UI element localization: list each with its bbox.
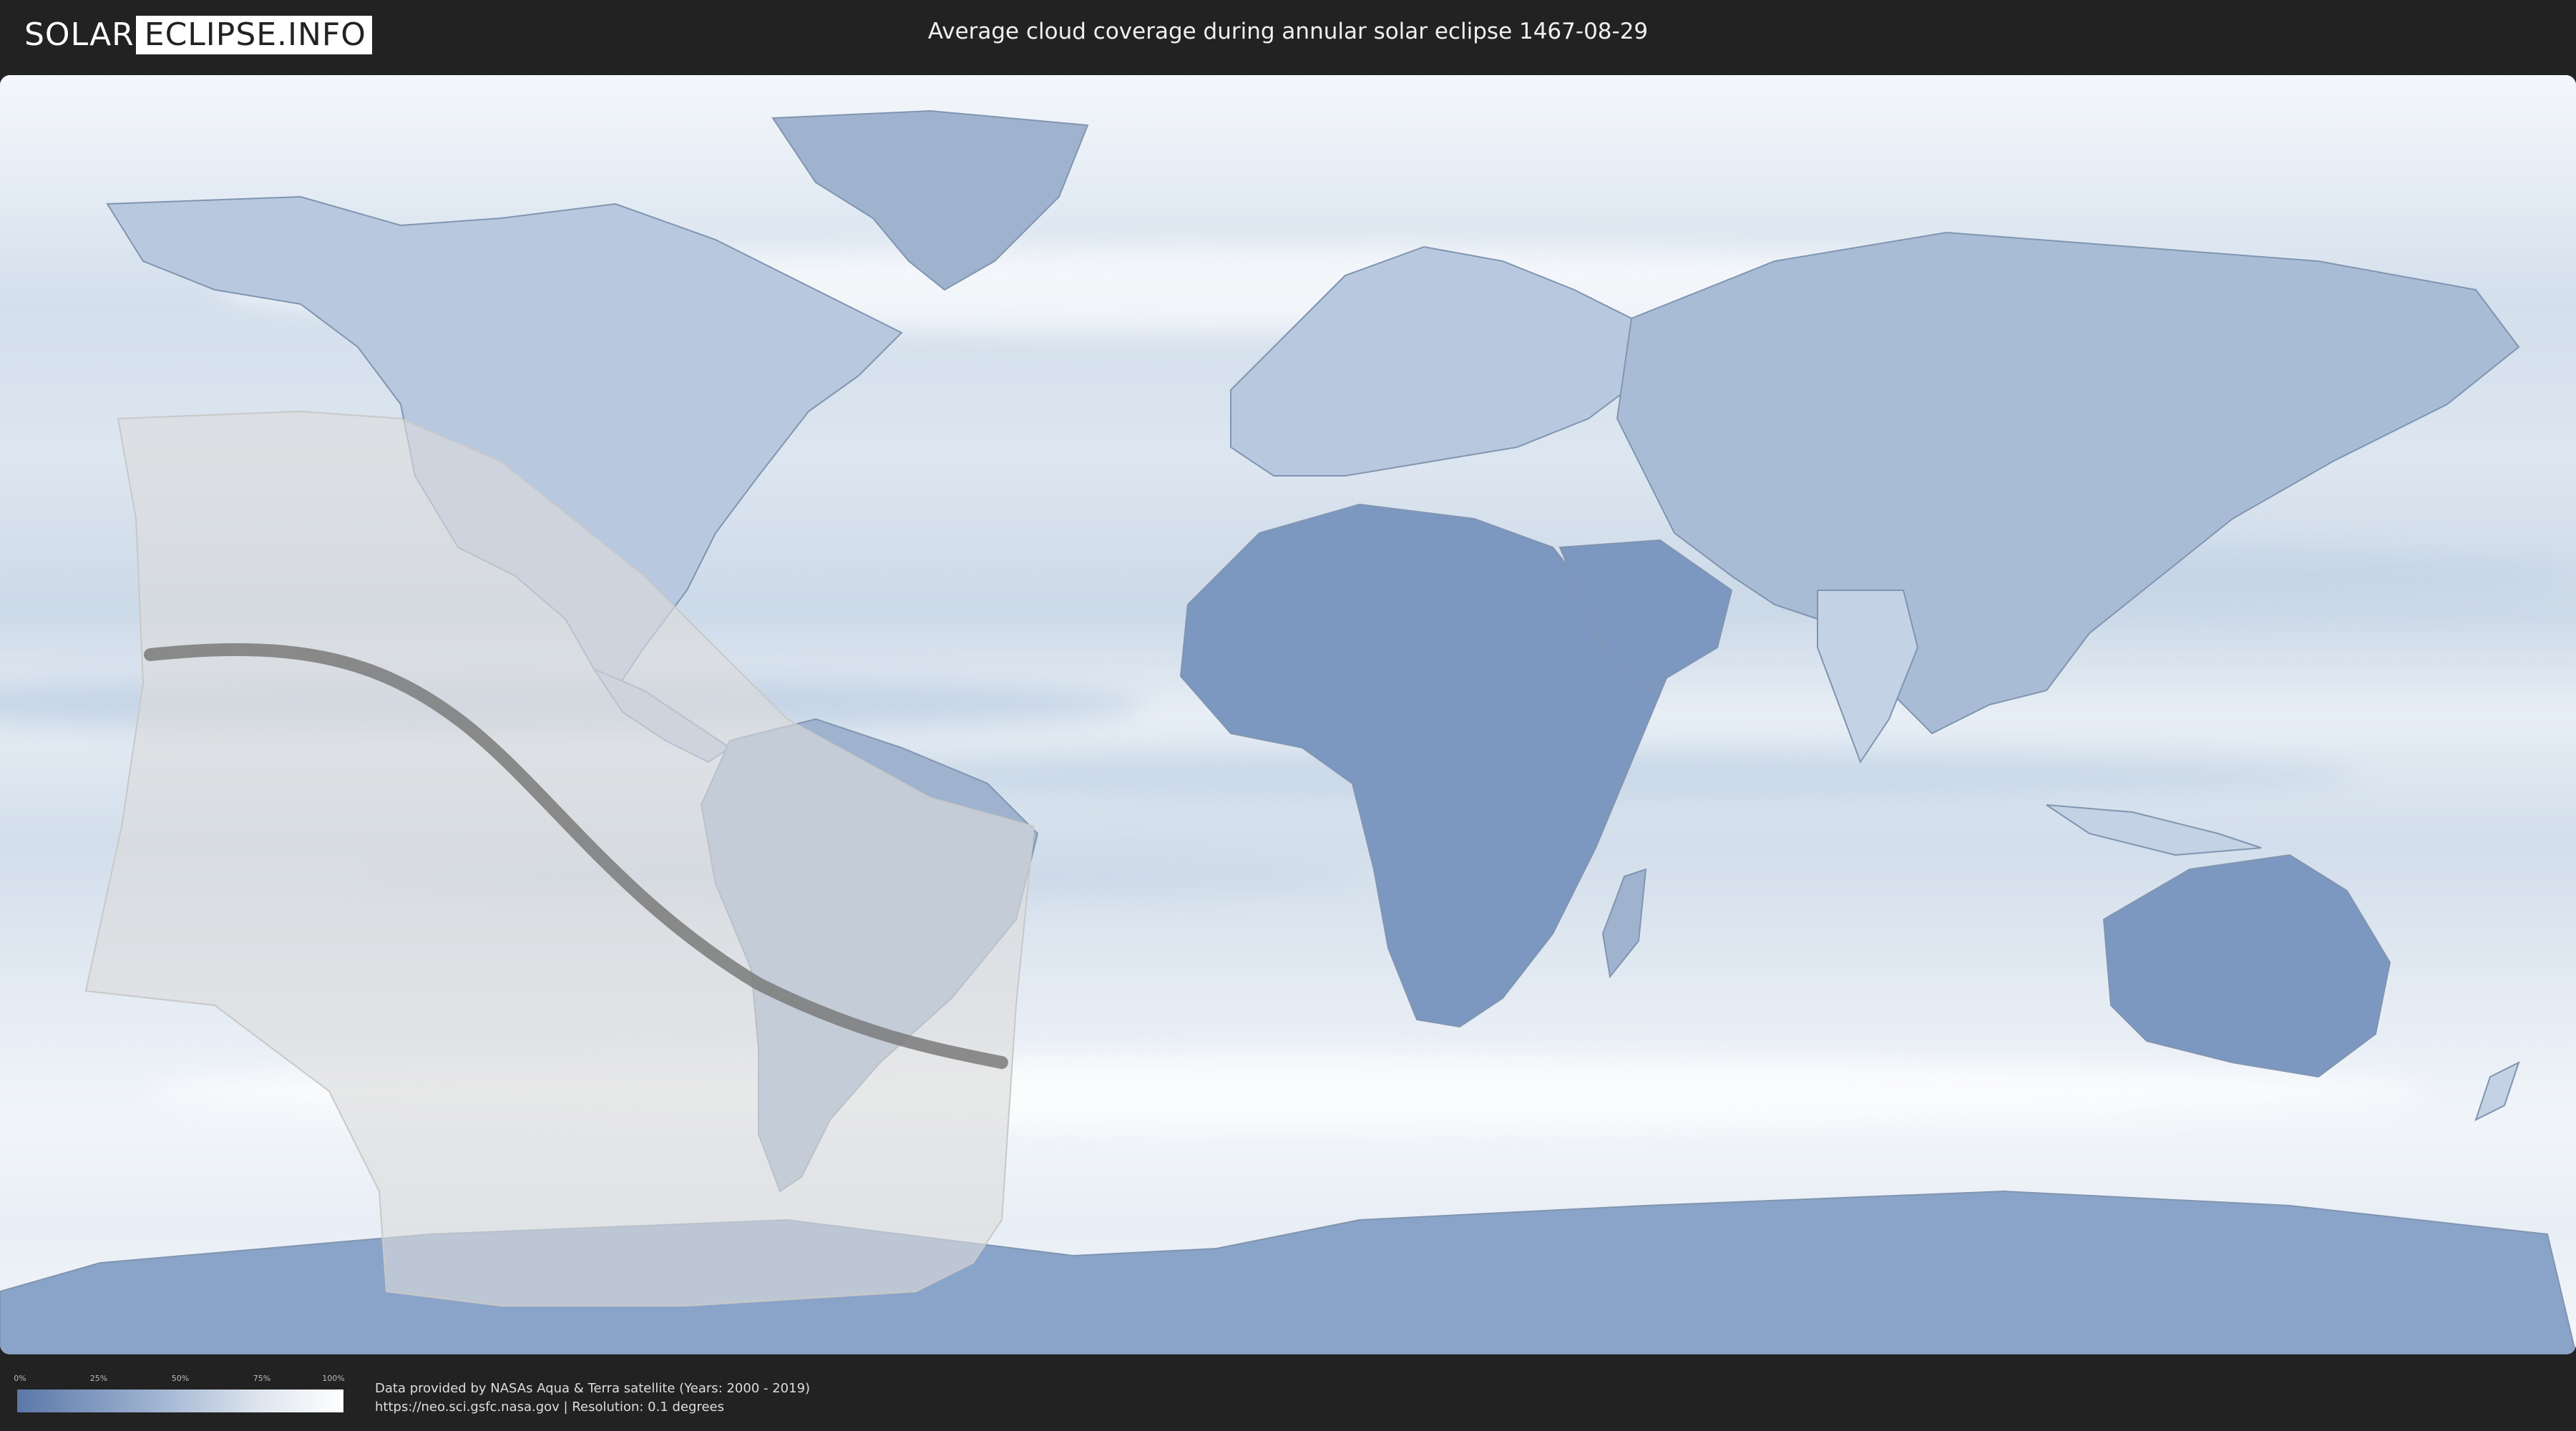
map-svg	[0, 75, 2576, 1354]
header-bar: SOLAR ECLIPSE.INFO Average cloud coverag…	[0, 0, 2576, 72]
legend-color-bar	[17, 1390, 343, 1412]
legend-tick-100: 100%	[322, 1374, 345, 1383]
credit-line-source: Data provided by NASAs Aqua & Terra sate…	[375, 1381, 811, 1396]
footer-bar: 0% 25% 50% 75% 100% Data provided by NAS…	[0, 1358, 2576, 1431]
legend-tick-25: 25%	[89, 1374, 108, 1383]
legend-tick-75: 75%	[253, 1374, 271, 1383]
legend-tick-0: 0%	[14, 1374, 26, 1383]
cloud-coverage-legend: 0% 25% 50% 75% 100%	[14, 1374, 345, 1414]
data-credit: Data provided by NASAs Aqua & Terra sate…	[375, 1379, 810, 1417]
credit-line-url[interactable]: https://neo.sci.gsfc.nasa.gov | Resoluti…	[375, 1398, 810, 1417]
page-title: Average cloud coverage during annular so…	[927, 19, 1649, 44]
cloud-coverage-map[interactable]	[0, 75, 2576, 1354]
legend-tick-50: 50%	[171, 1374, 190, 1383]
